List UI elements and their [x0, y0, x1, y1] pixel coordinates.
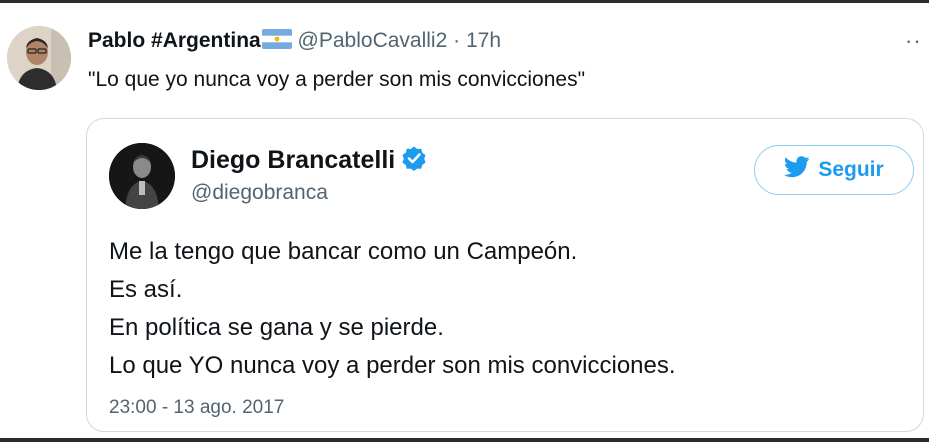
- quoted-avatar-image: [109, 143, 175, 209]
- tweet-header: Pablo #Argentina @PabloCavalli2 · 17h: [88, 28, 501, 56]
- quoted-text-line: Es así.: [109, 276, 183, 303]
- quoted-timestamp[interactable]: 23:00 - 13 ago. 2017: [109, 397, 284, 419]
- follow-label: Seguir: [818, 158, 884, 181]
- quoted-text-line: Me la tengo que bancar como un Campeón.: [109, 238, 578, 265]
- top-border: [0, 0, 929, 3]
- quoted-text-line: Lo que YO nunca voy a perder son mis con…: [109, 352, 676, 379]
- quoted-author-handle[interactable]: @diegobranca: [191, 181, 328, 205]
- argentina-flag-icon: [261, 29, 292, 56]
- author-name[interactable]: Pablo #Argentina: [88, 29, 261, 52]
- verified-badge-icon: [401, 145, 427, 176]
- author-handle[interactable]: @PabloCavalli2: [298, 29, 448, 52]
- more-icon[interactable]: ··: [905, 28, 922, 54]
- quoted-text-line: En política se gana y se pierde.: [109, 314, 444, 341]
- quoted-name-row: Diego Brancatelli: [191, 145, 427, 176]
- tweet-time[interactable]: 17h: [466, 29, 501, 52]
- quoted-tweet-text: Me la tengo que bancar como un Campeón. …: [109, 233, 676, 385]
- bottom-border: [0, 438, 929, 442]
- quoted-author-avatar[interactable]: [109, 143, 175, 209]
- quoted-author-name[interactable]: Diego Brancatelli: [191, 146, 395, 174]
- twitter-bird-icon: [784, 156, 810, 184]
- follow-button[interactable]: Seguir: [754, 145, 914, 195]
- quoted-tweet-card[interactable]: Diego Brancatelli @diegobranca Seguir Me…: [86, 118, 924, 432]
- author-avatar-image: [7, 26, 71, 90]
- tweet-text: "Lo que yo nunca voy a perder son mis co…: [88, 68, 586, 91]
- meta-separator: ·: [453, 29, 461, 52]
- author-avatar[interactable]: [7, 26, 71, 90]
